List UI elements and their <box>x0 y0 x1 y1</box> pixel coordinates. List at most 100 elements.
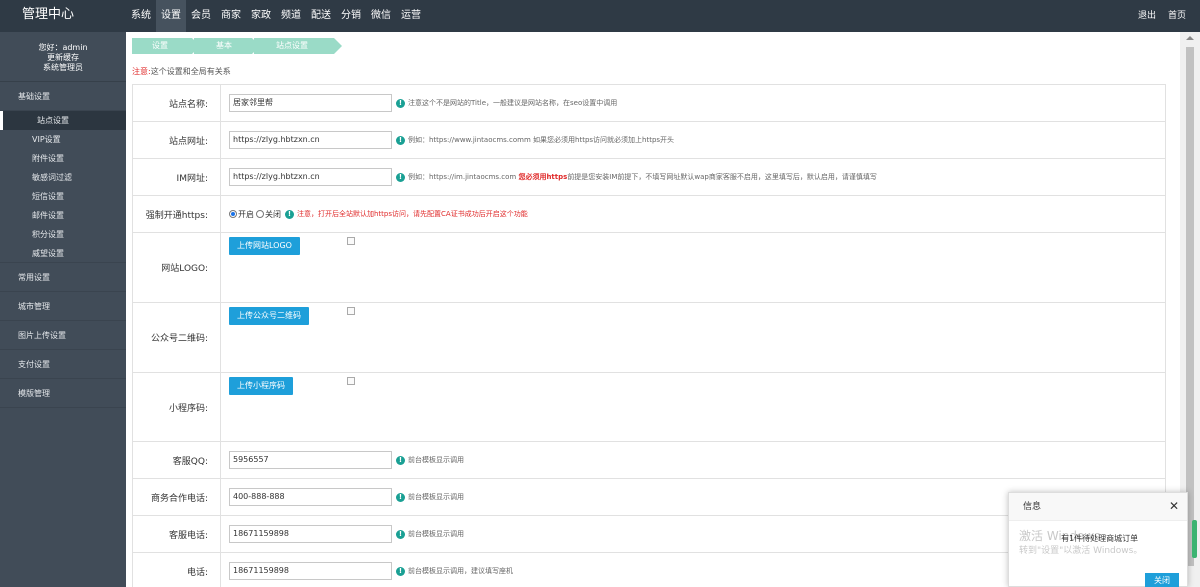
site-url-input[interactable]: https://zlyg.hbtzxn.cn <box>229 131 392 149</box>
mini-program-code-field-wrap: 上传小程序码 <box>221 373 1165 441</box>
sidebar: 您好：admin 更新缓存 系统管理员 基础设置 站点设置 VIP设置 附件设置… <box>0 32 126 587</box>
popup-title: 信息 <box>1009 493 1187 521</box>
breadcrumb-settings[interactable]: 设置 <box>132 38 200 54</box>
logout-link[interactable]: 退出 <box>1138 0 1156 32</box>
business-phone-input[interactable]: 400-888-888 <box>229 488 392 506</box>
nav-wechat[interactable]: 微信 <box>366 0 396 32</box>
phone-label: 电话: <box>133 553 221 587</box>
mini-program-code-label: 小程序码: <box>133 373 221 441</box>
top-right-links: 退出 首页 <box>1126 0 1186 32</box>
phone-hint: 前台模板显示调用，建议填写座机 <box>408 567 513 575</box>
info-icon: ! <box>396 566 405 576</box>
top-bar: 管理中心 系统 设置 会员 商家 家政 频道 配送 分销 微信 运营 退出 首页 <box>0 0 1200 32</box>
upload-mp-qrcode-button[interactable]: 上传公众号二维码 <box>229 307 309 325</box>
sidebar-group-basic-settings[interactable]: 基础设置 <box>0 82 126 111</box>
sidebar-item-prestige-settings[interactable]: 威望设置 <box>0 244 126 263</box>
upload-logo-button[interactable]: 上传网站LOGO <box>229 237 300 255</box>
sidebar-item-site-settings[interactable]: 站点设置 <box>0 111 126 130</box>
scroll-thumb[interactable] <box>1186 47 1194 566</box>
nav-settings[interactable]: 设置 <box>156 0 186 32</box>
row-force-https: 强制开通https: 开启 关闭 ! 注意，打开后全站默认加https访问，请先… <box>132 196 1166 233</box>
https-on-label: 开启 <box>238 209 254 219</box>
service-qq-hint: 前台模板显示调用 <box>408 456 464 464</box>
row-site-logo: 网站LOGO: 上传网站LOGO <box>132 233 1166 303</box>
clear-cache-link[interactable]: 更新缓存 <box>0 53 126 63</box>
service-qq-label: 客服QQ: <box>133 442 221 478</box>
brand-title: 管理中心 <box>22 7 75 22</box>
service-phone-input[interactable]: 18671159898 <box>229 525 392 543</box>
im-url-hint-post: 前提是您安装IM前提下，不填写网址默认wap商家客服不启用，这里填写后，默认启用… <box>567 173 877 181</box>
force-https-label: 强制开通https: <box>133 196 221 232</box>
row-mp-qrcode: 公众号二维码: 上传公众号二维码 <box>132 303 1166 373</box>
sidebar-item-vip-settings[interactable]: VIP设置 <box>0 130 126 149</box>
site-logo-field-wrap: 上传网站LOGO <box>221 233 1165 302</box>
service-qq-field-wrap: 5956557 ! 前台模板显示调用 <box>221 442 1165 478</box>
site-name-label: 站点名称: <box>133 85 221 121</box>
sidebar-item-word-filter[interactable]: 敏感词过滤 <box>0 168 126 187</box>
site-name-input[interactable]: 居家邻里帮 <box>229 94 392 112</box>
info-icon: ! <box>396 529 405 539</box>
row-mini-program-code: 小程序码: 上传小程序码 <box>132 373 1166 442</box>
watermark-line2: 转到"设置"以激活 Windows。 <box>1019 546 1143 556</box>
side-indicator <box>1192 520 1197 558</box>
sidebar-group-templates[interactable]: 模版管理 <box>0 379 126 408</box>
close-icon[interactable]: ✕ <box>1169 499 1179 513</box>
row-site-url: 站点网址: https://zlyg.hbtzxn.cn ! 例如：https:… <box>132 122 1166 159</box>
sidebar-item-email-settings[interactable]: 邮件设置 <box>0 206 126 225</box>
top-nav: 系统 设置 会员 商家 家政 频道 配送 分销 微信 运营 <box>126 0 426 32</box>
site-url-hint: 例如：https://www.jintaocms.comm 如果您必须用http… <box>408 136 675 144</box>
sidebar-item-points-settings[interactable]: 积分设置 <box>0 225 126 244</box>
breadcrumb-basic-settings[interactable]: 基本设置 <box>194 38 260 66</box>
user-greeting: 您好：admin <box>38 43 88 52</box>
popup-message: 有1件待处理商城订单 <box>1061 534 1139 543</box>
im-url-field-wrap: https://zlyg.hbtzxn.cn ! 例如：https://im.j… <box>221 159 1165 195</box>
sidebar-item-sms-settings[interactable]: 短信设置 <box>0 187 126 206</box>
mp-qrcode-image-placeholder <box>347 307 355 315</box>
nav-housekeeping[interactable]: 家政 <box>246 0 276 32</box>
info-icon: ! <box>396 135 405 145</box>
breadcrumb: 设置 基本设置 站点设置 <box>132 38 342 66</box>
service-phone-hint: 前台模板显示调用 <box>408 530 464 538</box>
notice-label: 注意: <box>132 67 151 76</box>
upload-mini-program-code-button[interactable]: 上传小程序码 <box>229 377 293 395</box>
info-icon: ! <box>285 209 294 219</box>
nav-channels[interactable]: 频道 <box>276 0 306 32</box>
https-off-radio[interactable] <box>256 210 264 218</box>
sidebar-group-payment[interactable]: 支付设置 <box>0 350 126 379</box>
info-icon: ! <box>396 98 405 108</box>
row-im-url: IM网址: https://zlyg.hbtzxn.cn ! 例如：https:… <box>132 159 1166 196</box>
info-icon: ! <box>396 455 405 465</box>
notice-text: 这个设置和全局有关系 <box>150 67 231 76</box>
im-url-hint: 例如：https://im.jintaocms.com 您必须用https前提是… <box>408 172 877 182</box>
nav-operations[interactable]: 运营 <box>396 0 426 32</box>
scroll-up-arrow-icon[interactable] <box>1186 36 1194 40</box>
info-icon: ! <box>396 492 405 502</box>
logo-image-placeholder <box>347 237 355 245</box>
service-qq-input[interactable]: 5956557 <box>229 451 392 469</box>
nav-delivery[interactable]: 配送 <box>306 0 336 32</box>
sidebar-group-common-settings[interactable]: 常用设置 <box>0 263 126 292</box>
popup-close-button[interactable]: 关闭 <box>1145 573 1179 587</box>
im-url-input[interactable]: https://zlyg.hbtzxn.cn <box>229 168 392 186</box>
site-name-hint: 注意这个不是网站的Title，一般建议是网站名称，在seo设置中调用 <box>408 99 618 107</box>
https-off-label: 关闭 <box>265 209 281 219</box>
sidebar-group-image-upload[interactable]: 图片上传设置 <box>0 321 126 350</box>
sidebar-group-city-management[interactable]: 城市管理 <box>0 292 126 321</box>
nav-members[interactable]: 会员 <box>186 0 216 32</box>
mp-qrcode-field-wrap: 上传公众号二维码 <box>221 303 1165 372</box>
row-site-name: 站点名称: 居家邻里帮 ! 注意这个不是网站的Title，一般建议是网站名称，在… <box>132 85 1166 122</box>
notice: 注意:这个设置和全局有关系 <box>132 66 231 77</box>
nav-merchants[interactable]: 商家 <box>216 0 246 32</box>
sidebar-item-attachment-settings[interactable]: 附件设置 <box>0 149 126 168</box>
info-popup: 信息 ✕ 激活 Windows 转到"设置"以激活 Windows。 有1件待处… <box>1008 492 1188 587</box>
phone-input[interactable]: 18671159898 <box>229 562 392 580</box>
im-url-hint-red: 您必须用https <box>518 173 568 181</box>
mp-qrcode-label: 公众号二维码: <box>133 303 221 372</box>
nav-distribution[interactable]: 分销 <box>336 0 366 32</box>
https-on-radio[interactable] <box>229 210 237 218</box>
mini-program-code-image-placeholder <box>347 377 355 385</box>
nav-system[interactable]: 系统 <box>126 0 156 32</box>
home-link[interactable]: 首页 <box>1168 0 1186 32</box>
im-url-hint-pre: 例如：https://im.jintaocms.com <box>408 173 519 181</box>
site-url-label: 站点网址: <box>133 122 221 158</box>
